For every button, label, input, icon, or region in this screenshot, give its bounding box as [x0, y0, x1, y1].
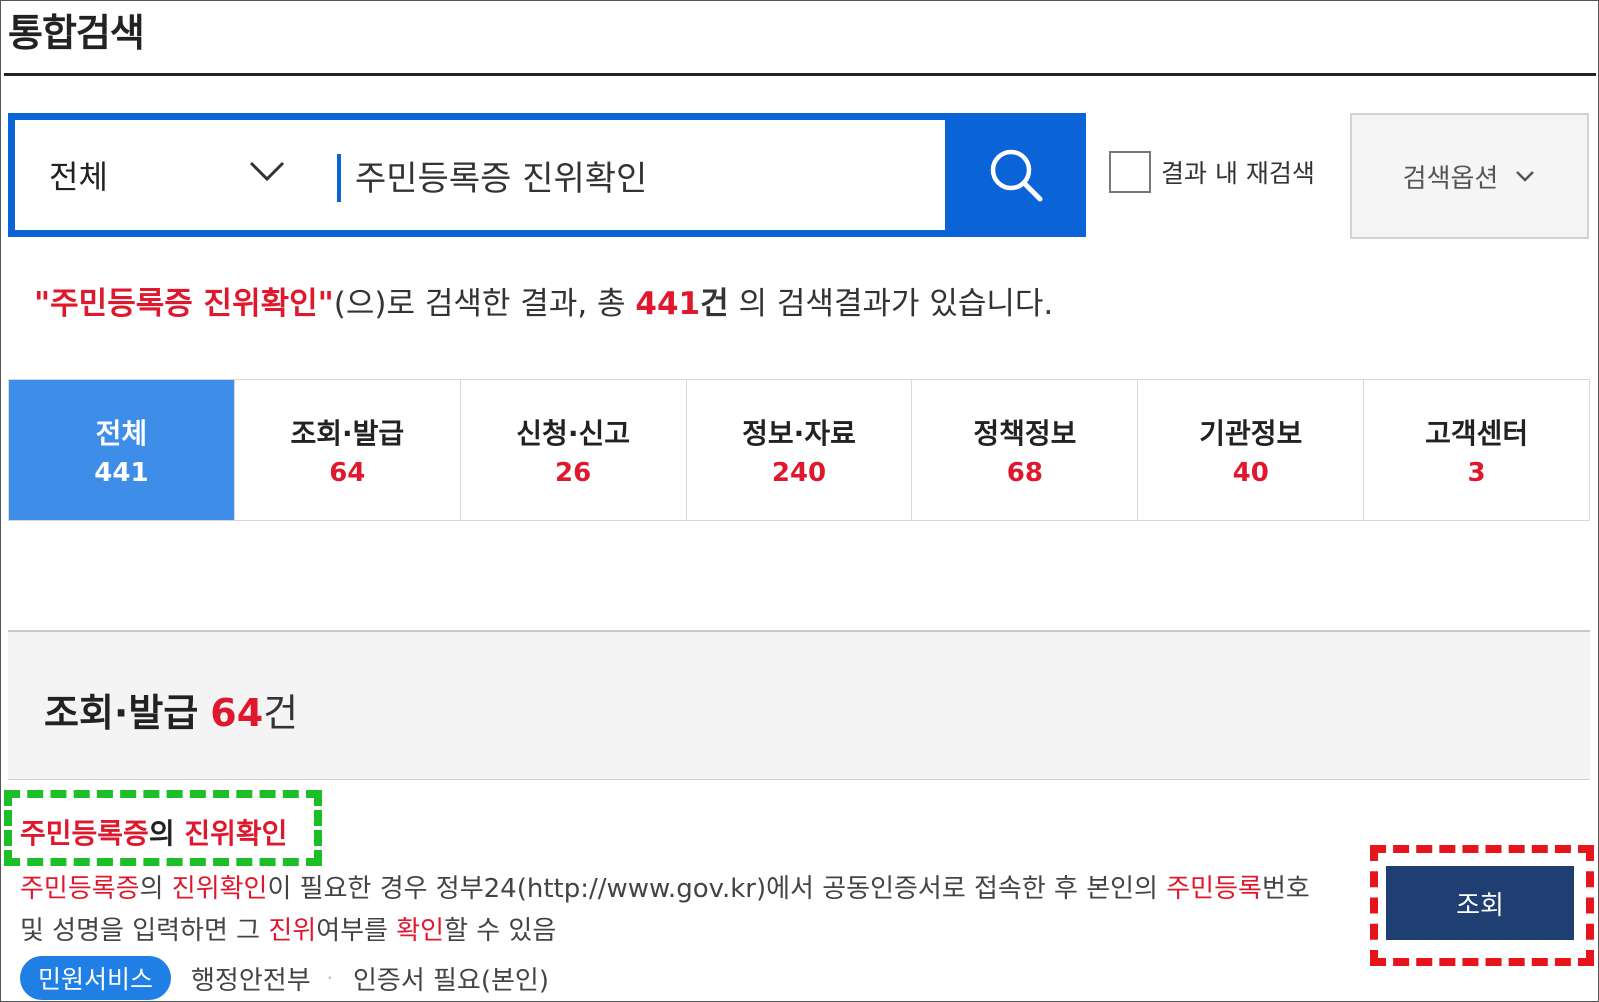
tab-customer-center[interactable]: 고객센터 3	[1364, 380, 1590, 520]
tab-policy-info[interactable]: 정책정보 68	[912, 380, 1139, 520]
result-title-link[interactable]: 주민등록증의 진위확인	[20, 812, 287, 852]
desc-part: 여부를	[316, 916, 397, 946]
refine-search-toggle[interactable]: 결과 내 재검색	[1109, 151, 1315, 193]
desc-part: 확인	[396, 916, 445, 946]
desc-part: 할 수 있음	[444, 916, 557, 946]
tab-count: 26	[555, 458, 592, 488]
tab-label: 신청·신고	[516, 417, 630, 450]
summary-quote-open: "	[34, 286, 51, 322]
chevron-down-icon	[249, 161, 285, 182]
meta-separator: ·	[326, 966, 333, 990]
search-icon	[990, 149, 1042, 202]
tab-lookup-issuance[interactable]: 조회·발급 64	[234, 380, 461, 520]
section-header: 조회·발급 64건	[8, 630, 1590, 780]
agency-name: 행정안전부	[191, 965, 311, 996]
desc-part: 의	[139, 874, 172, 904]
tab-label: 전체	[95, 417, 148, 450]
summary-text-1: (으)로 검색한 결과, 총	[333, 286, 636, 322]
search-input-divider	[337, 154, 341, 202]
refine-search-label: 결과 내 재검색	[1161, 159, 1315, 188]
desc-part: 주민등록증	[20, 874, 140, 904]
category-tabs: 전체 441 조회·발급 64 신청·신고 26 정보·자료 240 정책정보 …	[8, 379, 1590, 521]
page-title: 통합검색	[8, 11, 145, 55]
tab-label: 정책정보	[973, 417, 1077, 450]
service-type-badge: 민원서비스	[20, 956, 172, 1000]
summary-query: 주민등록증 진위확인	[50, 286, 318, 322]
search-options-label: 검색옵션	[1402, 163, 1499, 194]
tab-label: 조회·발급	[290, 417, 405, 450]
section-title-label: 조회·발급	[44, 691, 199, 735]
search-scope-select[interactable]: 전체	[15, 120, 335, 230]
search-scope-label: 전체	[49, 158, 108, 196]
tab-all[interactable]: 전체 441	[9, 380, 235, 520]
chevron-down-icon	[1516, 171, 1535, 182]
tab-info-resources[interactable]: 정보·자료 240	[686, 380, 913, 520]
result-description: 주민등록증의 진위확인이 필요한 경우 정부24(http://www.gov.…	[20, 868, 1340, 952]
title-divider	[4, 73, 1596, 76]
summary-quote-close: "	[317, 286, 334, 322]
desc-part: 진위확인	[171, 874, 268, 904]
search-options-button[interactable]: 검색옵션	[1350, 113, 1589, 239]
section-title: 조회·발급 64건	[44, 682, 298, 737]
search-bar: 전체	[8, 113, 1086, 237]
result-title-part: 의	[148, 817, 185, 850]
desc-part: 진위	[268, 916, 317, 946]
result-summary: "주민등록증 진위확인"(으)로 검색한 결과, 총 441건 의 검색결과가 …	[34, 278, 1053, 323]
tab-count: 3	[1467, 458, 1486, 488]
tab-count: 68	[1006, 458, 1043, 488]
summary-count: 441	[635, 286, 701, 322]
section-unit: 건	[263, 691, 299, 735]
tab-label: 정보·자료	[742, 417, 856, 450]
tab-count: 441	[94, 458, 149, 488]
tab-application-report[interactable]: 신청·신고 26	[460, 380, 687, 520]
result-title-part: 진위확인	[184, 817, 288, 850]
tab-count: 40	[1232, 458, 1269, 488]
desc-part: 이 필요한 경우 정부24(http://www.gov.kr)에서 공동인증서…	[267, 874, 1167, 904]
view-button[interactable]: 조회	[1386, 866, 1574, 940]
search-input[interactable]	[355, 142, 935, 208]
desc-part: 주민등록	[1166, 874, 1262, 904]
section-count: 64	[210, 691, 264, 735]
tab-count: 64	[329, 458, 366, 488]
tab-label: 기관정보	[1199, 417, 1303, 450]
summary-unit: 건	[700, 286, 729, 322]
refine-search-checkbox[interactable]	[1109, 151, 1151, 193]
tab-agency-info[interactable]: 기관정보 40	[1138, 380, 1365, 520]
tab-count: 240	[771, 458, 827, 488]
result-title-part: 주민등록증	[20, 817, 149, 850]
requirement-text: 인증서 필요(본인)	[352, 965, 549, 996]
result-meta: 민원서비스 행정안전부 · 인증서 필요(본인)	[20, 956, 549, 1000]
summary-text-2: 의 검색결과가 있습니다.	[728, 286, 1054, 322]
search-button[interactable]	[945, 113, 1086, 237]
tab-label: 고객센터	[1425, 417, 1529, 450]
